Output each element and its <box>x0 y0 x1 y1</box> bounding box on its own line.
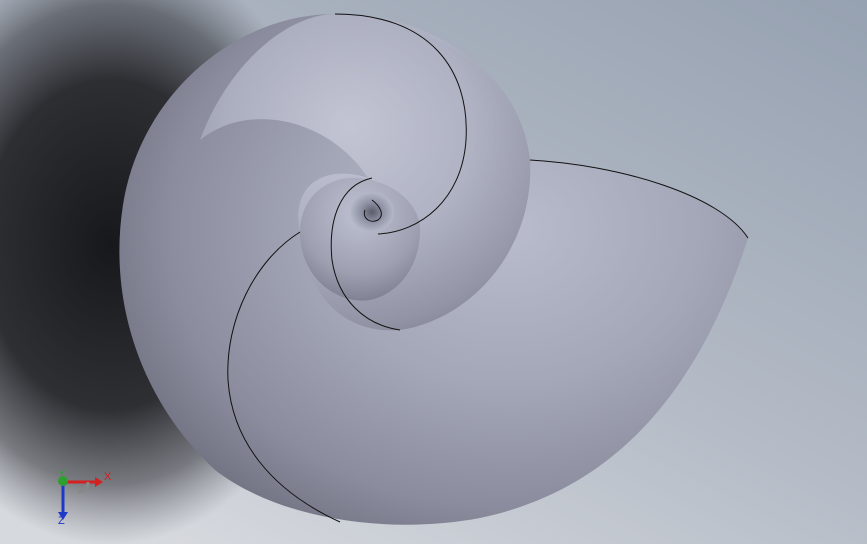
z-axis-label: Z <box>58 515 65 527</box>
y-axis-label: Y <box>58 468 66 480</box>
3d-graphics-viewport[interactable]: X Y Z <box>0 0 867 544</box>
viewport-canvas[interactable]: X Y Z <box>0 0 867 544</box>
shell-core <box>350 192 394 232</box>
x-axis-label: X <box>104 471 112 483</box>
